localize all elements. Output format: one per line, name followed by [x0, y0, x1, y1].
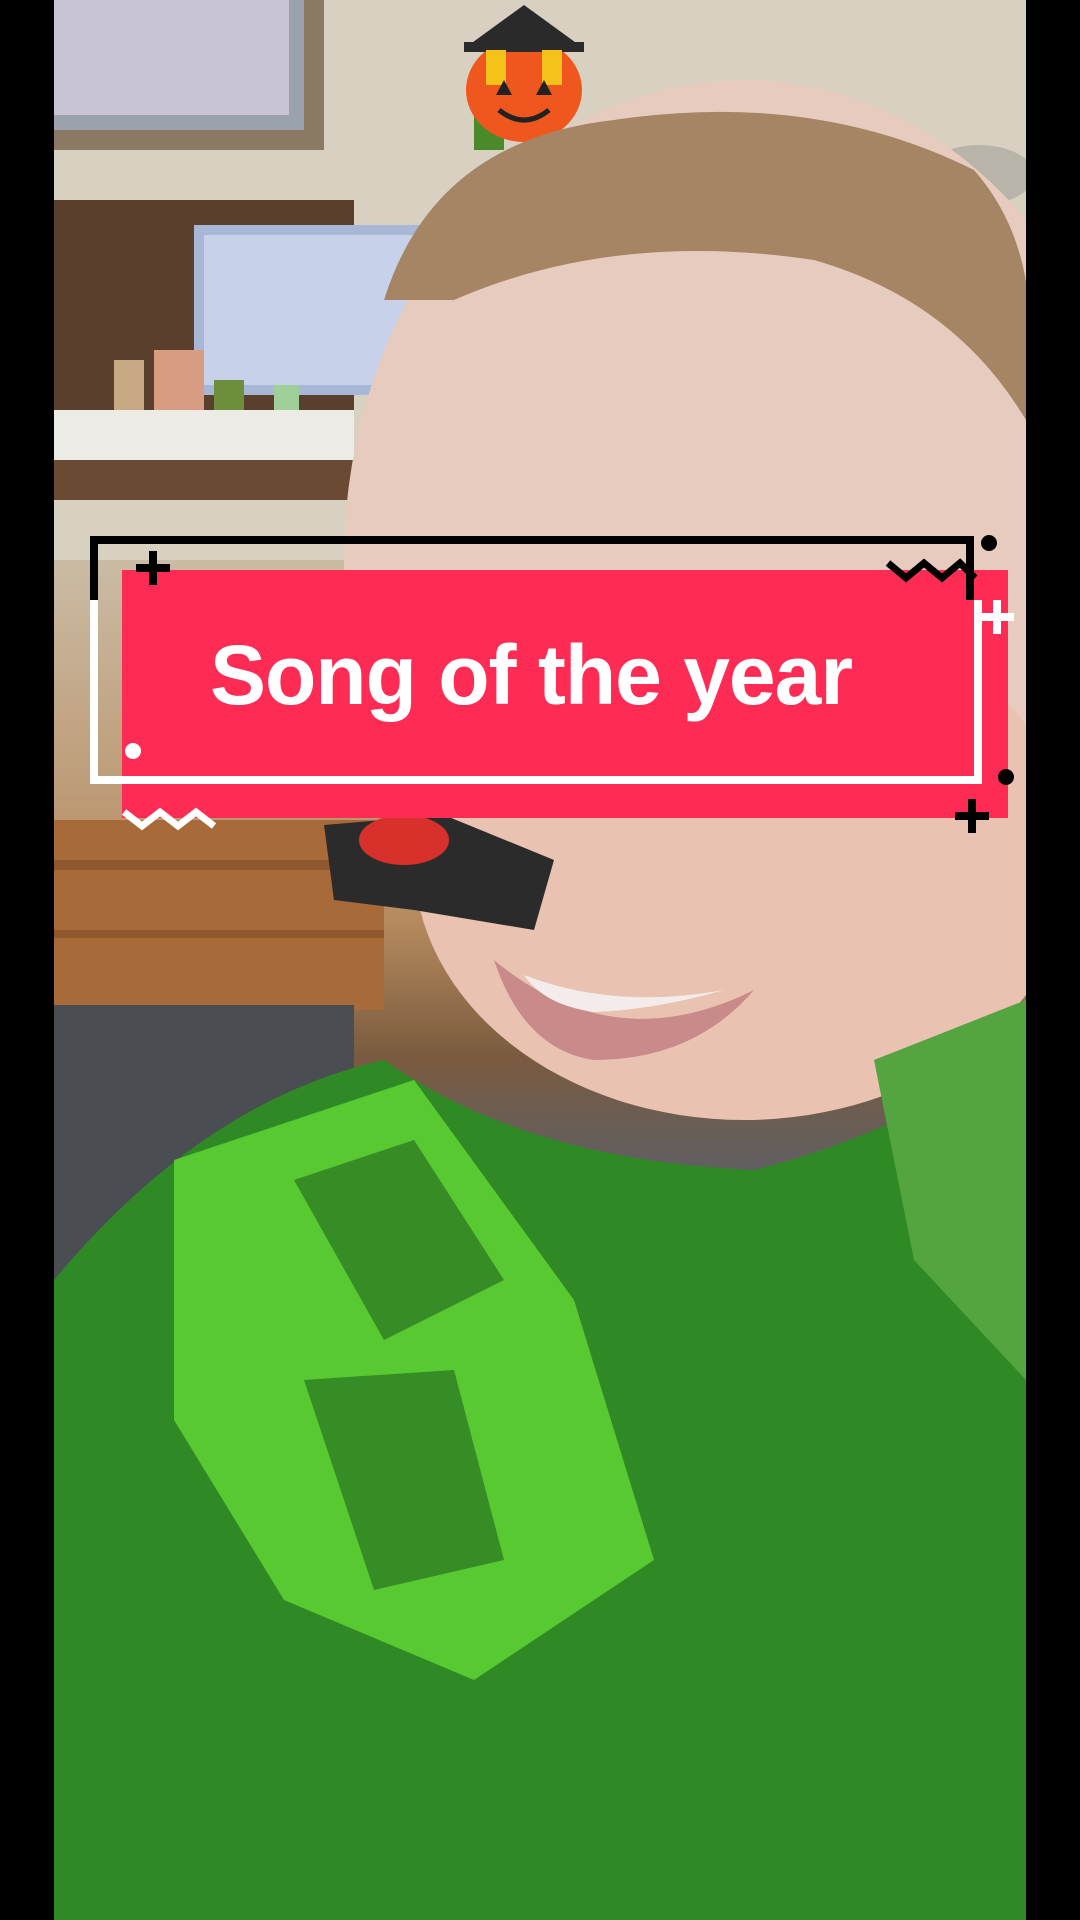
child-head	[344, 80, 1026, 1120]
letterbox-left	[0, 0, 54, 1920]
video-content[interactable]	[54, 0, 1026, 1920]
letterbox-right	[1026, 0, 1080, 1920]
video-frame: Song of the year	[0, 0, 1080, 1920]
scene-illustration	[54, 0, 1026, 1920]
